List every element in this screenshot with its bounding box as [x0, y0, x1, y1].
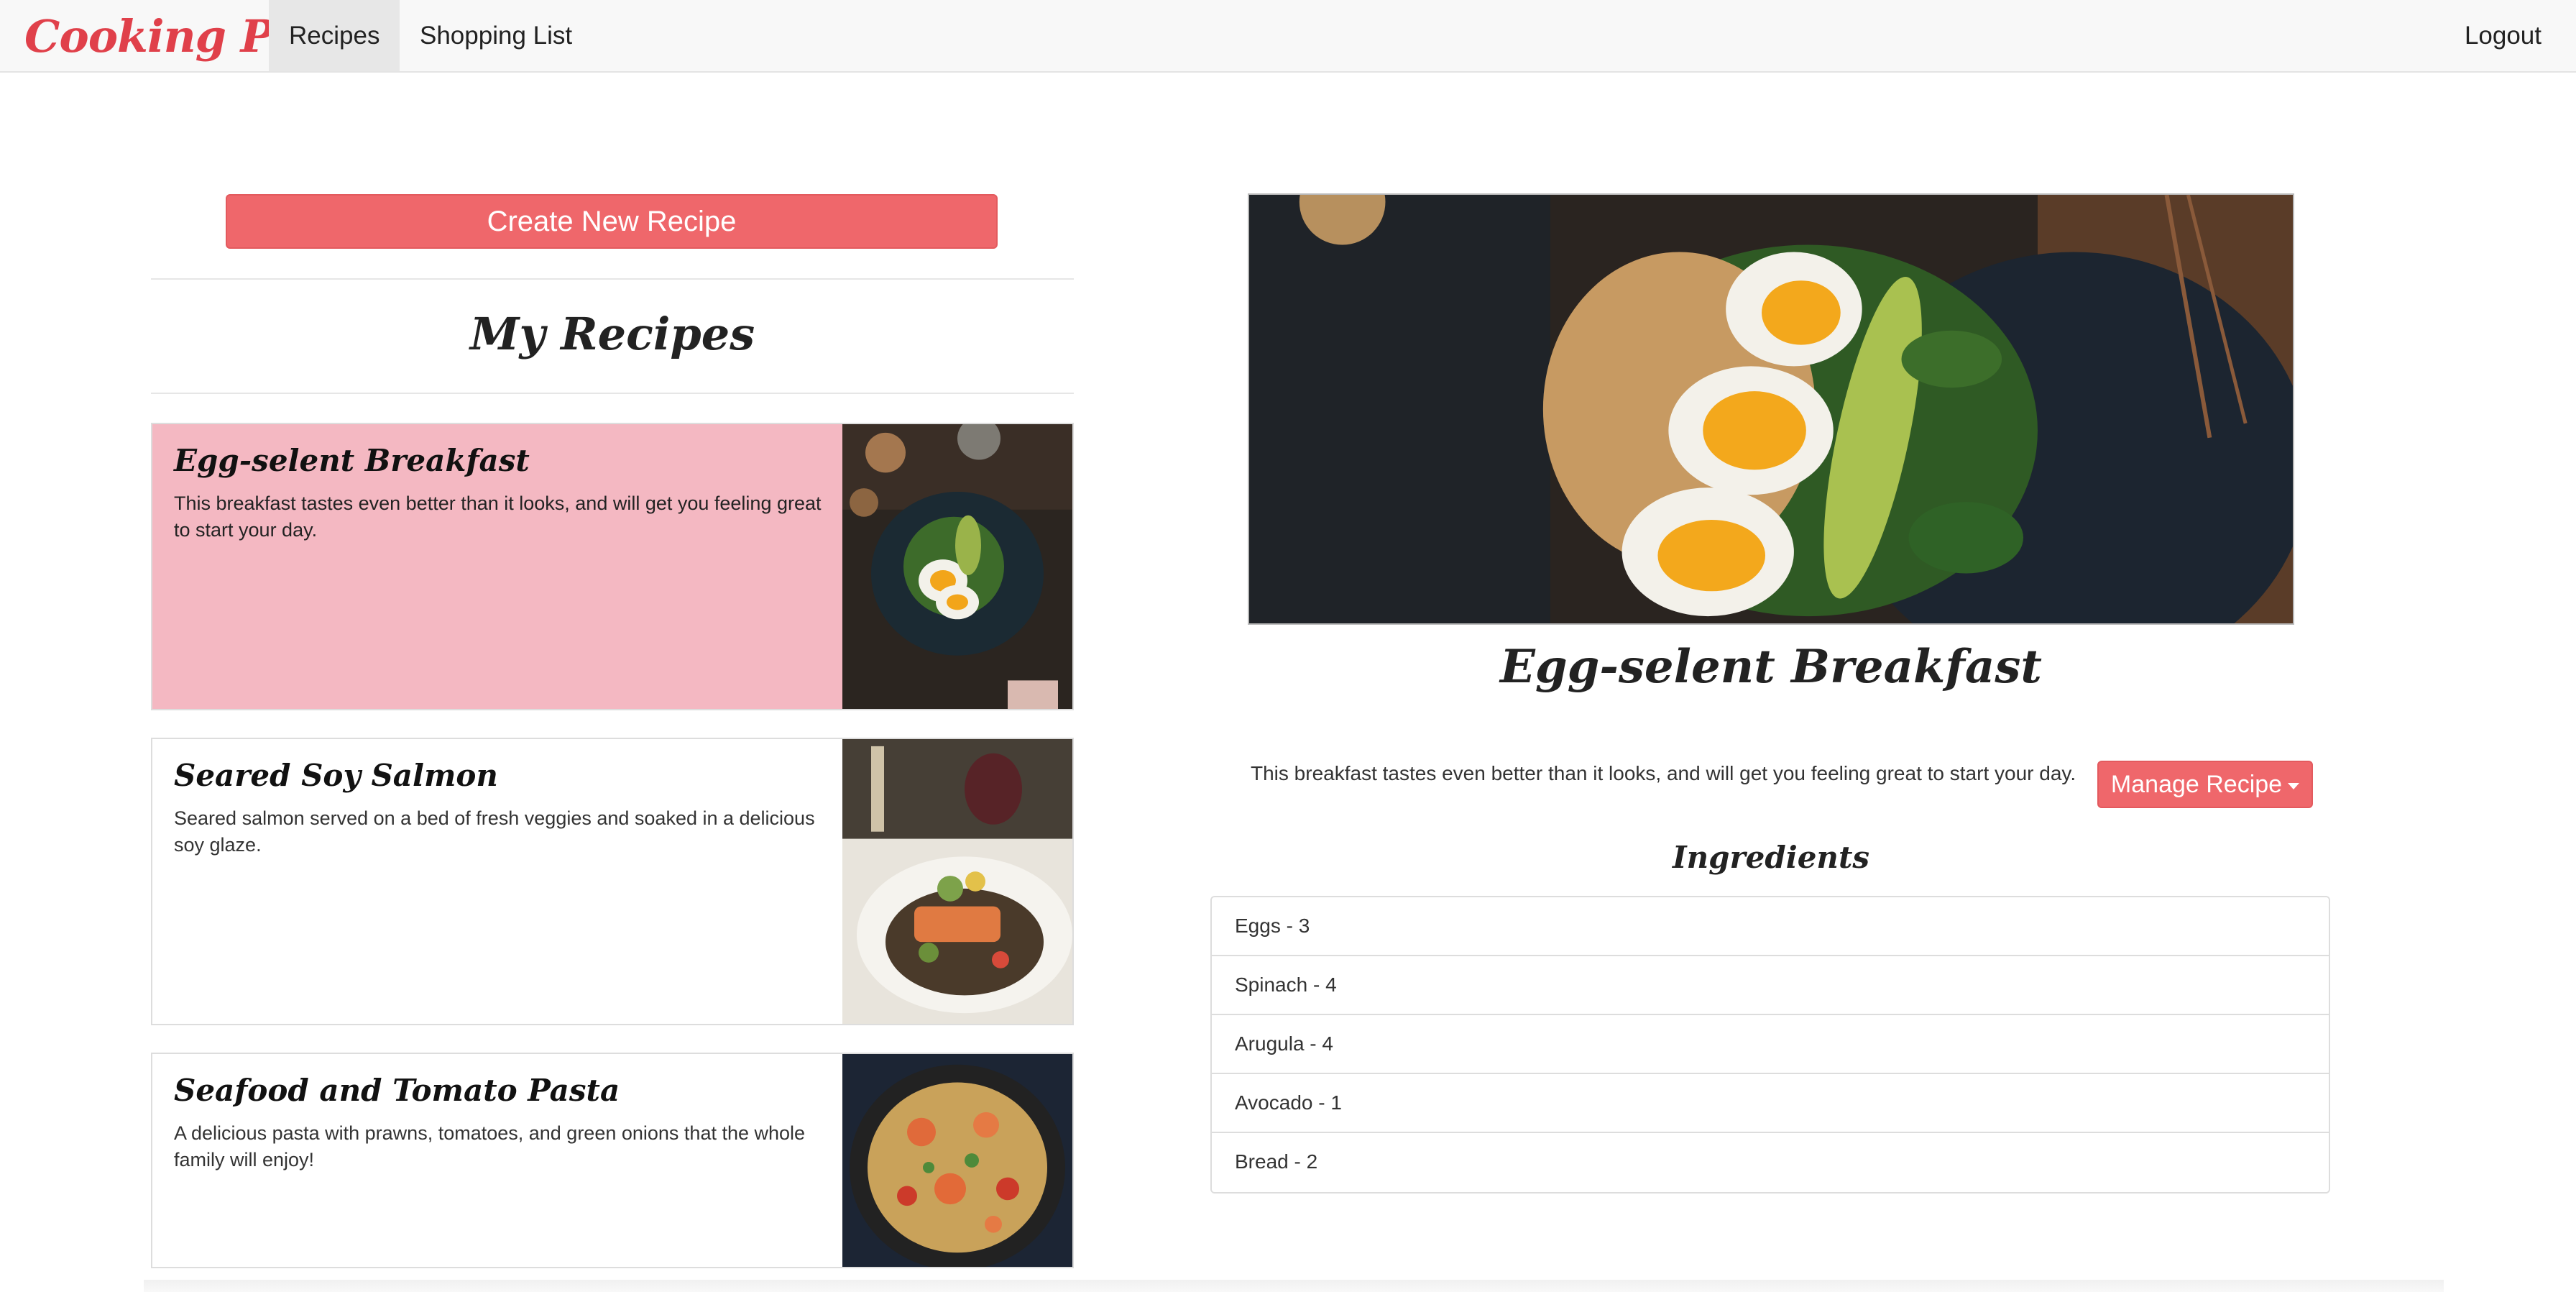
ingredient-item: Bread - 2 [1212, 1133, 2329, 1192]
recipe-card-egg-selent-breakfast[interactable]: Egg-selent Breakfast This breakfast tast… [151, 423, 1074, 710]
navbar: Cooking Papa Recipes Shopping List Logou… [0, 0, 2576, 73]
create-recipe-button[interactable]: Create New Recipe [226, 194, 998, 249]
recipe-detail-description: This breakfast tastes even better than i… [1251, 762, 2076, 784]
recipe-card-description: Seared salmon served on a bed of fresh v… [174, 807, 815, 856]
seafood-pasta-thumbnail [842, 1054, 1072, 1267]
ingredient-item: Avocado - 1 [1212, 1074, 2329, 1133]
recipe-card-seafood-tomato-pasta[interactable]: Seafood and Tomato Pasta A delicious pas… [151, 1053, 1074, 1268]
card-shadow [144, 1280, 2444, 1292]
ingredient-item: Arugula - 4 [1212, 1015, 2329, 1074]
recipe-detail-title: Egg-selent Breakfast [1500, 640, 2042, 694]
recipe-card-seared-soy-salmon[interactable]: Seared Soy Salmon Seared salmon served o… [151, 738, 1074, 1025]
divider [151, 393, 1074, 394]
salmon-plate-thumbnail [842, 739, 1072, 1024]
my-recipes-heading: My Recipes [469, 308, 755, 360]
manage-recipe-dropdown-button[interactable]: Manage Recipe [2097, 761, 2313, 808]
egg-breakfast-thumbnail [842, 424, 1072, 709]
recipe-card-title: Seared Soy Salmon [174, 758, 498, 793]
manage-recipe-label: Manage Recipe [2110, 771, 2283, 798]
recipe-card-description: A delicious pasta with prawns, tomatoes,… [174, 1122, 806, 1170]
ingredients-heading: Ingredients [1672, 840, 1870, 875]
nav-recipes[interactable]: Recipes [269, 0, 400, 71]
divider [151, 278, 1074, 280]
ingredient-item: Eggs - 3 [1212, 897, 2329, 956]
recipe-hero-image [1248, 193, 2294, 625]
nav-shopping-list[interactable]: Shopping List [400, 0, 592, 71]
recipe-card-title: Seafood and Tomato Pasta [174, 1073, 620, 1108]
ingredients-list: Eggs - 3 Spinach - 4 Arugula - 4 Avocado… [1210, 896, 2330, 1194]
app-window: Cooking Papa Recipes Shopping List Logou… [0, 0, 2576, 1292]
ingredient-item: Spinach - 4 [1212, 956, 2329, 1015]
recipe-card-description: This breakfast tastes even better than i… [174, 492, 822, 541]
logout-link[interactable]: Logout [2444, 0, 2562, 71]
recipe-card-title: Egg-selent Breakfast [174, 443, 530, 478]
caret-down-icon [2288, 782, 2300, 789]
